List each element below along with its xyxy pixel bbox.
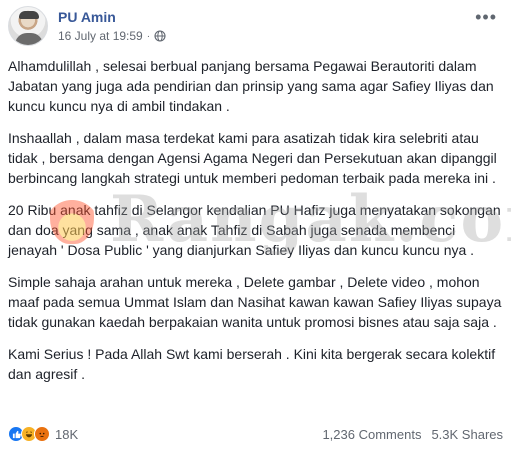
post-content: Alhamdulillah , selesai berbual panjang … [8,56,503,396]
post-paragraph: Kami Serius ! Pada Allah Swt kami berser… [8,346,496,382]
post-paragraph: 20 Ribu anak tahfiz di Selangor kendalia… [8,202,501,258]
facebook-post: PU Amin 16 July at 19:59 · ••• Alhamduli… [0,0,511,454]
post-paragraph: Alhamdulillah , selesai berbual panjang … [8,58,494,114]
post-meta: 16 July at 19:59 · [58,29,166,43]
post-stats: 1,236 Comments 5.3K Shares [322,427,503,442]
author-name[interactable]: PU Amin [58,9,116,25]
reaction-count: 18K [55,426,79,442]
post-footer: 18K 1,236 Comments 5.3K Shares [8,423,503,445]
post-timestamp[interactable]: 16 July at 19:59 [58,29,143,43]
avatar-cap [19,11,39,19]
globe-icon [154,30,166,42]
meta-separator: · [146,30,151,42]
comments-count-link[interactable]: 1,236 Comments [322,427,421,442]
more-options-icon[interactable]: ••• [475,8,497,26]
angry-reaction-icon [34,426,50,442]
post-paragraph: Simple sahaja arahan untuk mereka , Dele… [8,274,502,330]
shares-count-link[interactable]: 5.3K Shares [431,427,503,442]
author-avatar[interactable] [8,6,48,46]
post-paragraph: Inshaallah , dalam masa terdekat kami pa… [8,130,497,186]
avatar-body [15,33,43,45]
post-header: PU Amin 16 July at 19:59 · ••• [8,6,503,56]
reactions-summary[interactable]: 18K [8,426,78,442]
